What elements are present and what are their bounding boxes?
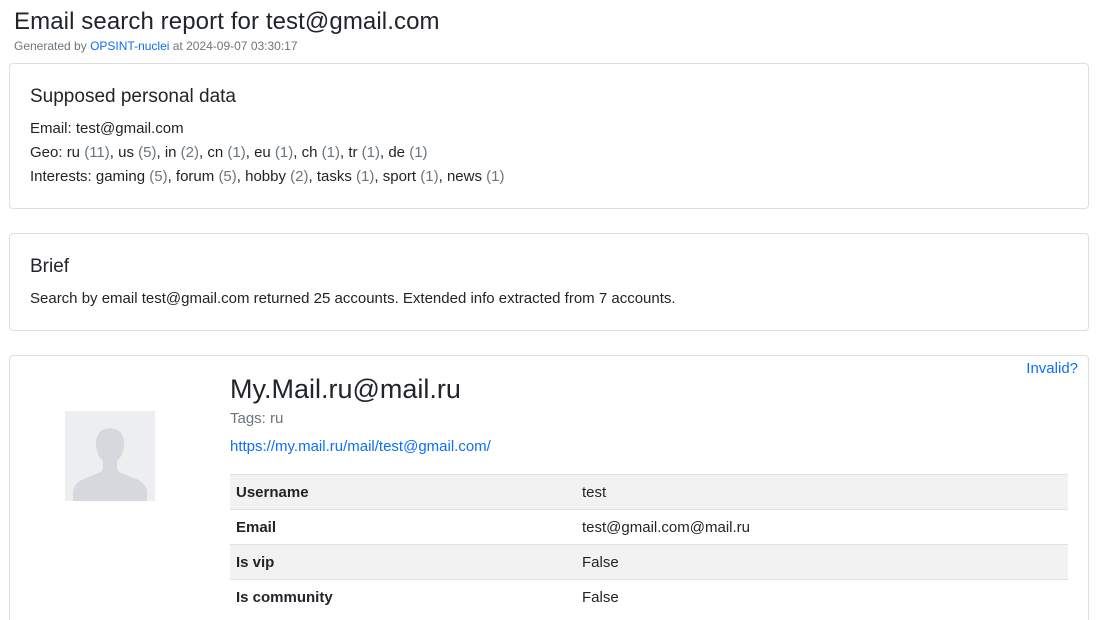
- table-row: Is community False: [230, 579, 1068, 615]
- account-title: My.Mail.ru@mail.ru: [230, 374, 461, 404]
- geo-list: ru (11), us (5), in (2), cn (1), eu (1),…: [66, 144, 428, 161]
- geo-name: de: [388, 144, 406, 161]
- invalid-link[interactable]: Invalid?: [1026, 360, 1078, 377]
- interests-count: (5): [218, 168, 237, 185]
- geo-count: (5): [138, 144, 157, 161]
- interests-name: tasks: [316, 168, 352, 185]
- geo-name: ru: [66, 144, 81, 161]
- interests-list: gaming (5), forum (5), hobby (2), tasks …: [95, 168, 505, 185]
- default-user-avatar-icon: [65, 411, 155, 501]
- geo-line: Geo: ru (11), us (5), in (2), cn (1), eu…: [30, 144, 428, 161]
- generated-prefix: Generated by: [14, 39, 91, 53]
- email-value: test@gmail.com: [75, 120, 184, 137]
- geo-name: in: [164, 144, 177, 161]
- geo-name: us: [118, 144, 134, 161]
- geo-count: (1): [321, 144, 340, 161]
- geo-name: eu: [254, 144, 271, 161]
- geo-count: (2): [180, 144, 200, 161]
- field-key: Is community: [230, 579, 576, 615]
- generated-timestamp: at 2024-09-07 03:30:17: [169, 39, 298, 53]
- personal-data-title: Supposed personal data: [30, 86, 236, 107]
- interests-label: Interests:: [30, 168, 96, 185]
- field-key: Email: [230, 509, 576, 545]
- geo-count: (1): [409, 144, 428, 161]
- interests-name: gaming: [95, 168, 146, 185]
- interests-line: Interests: gaming (5), forum (5), hobby …: [30, 168, 505, 185]
- account-url-link[interactable]: https://my.mail.ru/mail/test@gmail.com/: [230, 438, 491, 455]
- field-value: test@gmail.com@mail.ru: [576, 509, 1068, 545]
- interests-name: sport: [382, 168, 417, 185]
- geo-count: (11): [84, 144, 110, 161]
- field-value: False: [576, 544, 1068, 580]
- table-row: Username test: [230, 474, 1068, 510]
- brief-card: Brief Search by email test@gmail.com ret…: [9, 233, 1089, 331]
- geo-name: tr: [348, 144, 358, 161]
- email-label: Email:: [30, 120, 76, 137]
- geo-count: (1): [227, 144, 246, 161]
- geo-count: (1): [361, 144, 380, 161]
- field-key: Is vip: [230, 544, 576, 580]
- field-key: Username: [230, 474, 576, 510]
- interests-count: (5): [149, 168, 168, 185]
- interests-count: (1): [420, 168, 439, 185]
- account-tags: Tags: ru: [230, 410, 284, 427]
- table-row: Is vip False: [230, 544, 1068, 580]
- interests-count: (1): [486, 168, 505, 185]
- account-fields-table: Username test Email test@gmail.com@mail.ru I…: [230, 474, 1068, 615]
- personal-data-card: Supposed personal data Email: test@gmail…: [9, 63, 1089, 209]
- generated-info: Generated by OPSINT-nuclei at 2024-09-07…: [14, 39, 298, 53]
- geo-name: cn: [207, 144, 224, 161]
- account-card: Invalid? My.Mail.ru@mail.ru Tags: ru htt…: [9, 355, 1089, 620]
- interests-count: (1): [356, 168, 375, 185]
- generator-link[interactable]: OPSINT-nuclei: [90, 39, 169, 53]
- geo-label: Geo:: [30, 144, 67, 161]
- field-value: test: [576, 474, 1068, 510]
- geo-count: (1): [274, 144, 294, 161]
- interests-count: (2): [290, 168, 309, 185]
- interests-name: forum: [175, 168, 215, 185]
- page-title: Email search report for test@gmail.com: [14, 8, 440, 35]
- brief-title: Brief: [30, 256, 70, 277]
- interests-name: news: [446, 168, 482, 185]
- interests-name: hobby: [245, 168, 286, 185]
- table-row: Email test@gmail.com@mail.ru: [230, 509, 1068, 545]
- field-value: False: [576, 579, 1068, 615]
- brief-text: Search by email test@gmail.com returned …: [30, 290, 676, 307]
- geo-name: ch: [301, 144, 318, 161]
- email-line: Email: test@gmail.com: [30, 120, 184, 137]
